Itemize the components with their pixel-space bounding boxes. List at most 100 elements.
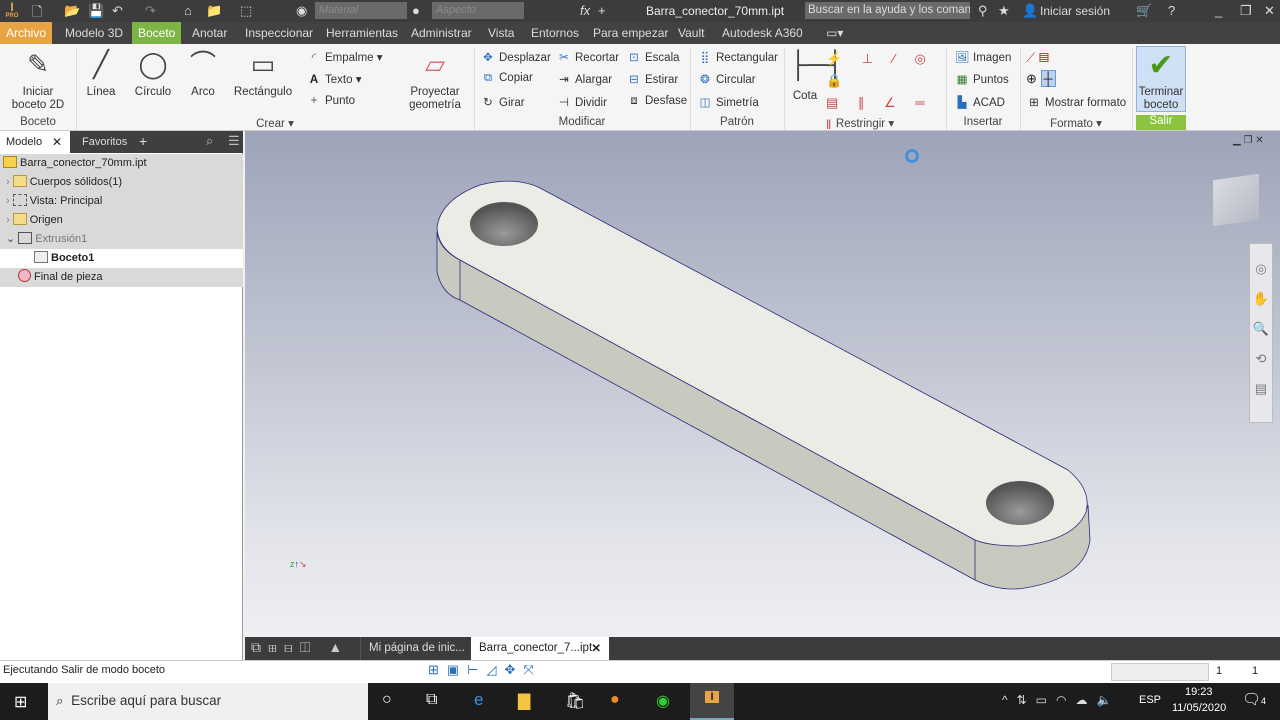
acad-button[interactable]: ▙ ACAD — [954, 95, 1005, 109]
close-icon[interactable]: ✕ — [591, 641, 601, 655]
help-icon[interactable]: ? — [1168, 3, 1175, 18]
panel-label-formato[interactable]: Formato ▾ — [1020, 116, 1132, 130]
tab-para-empezar[interactable]: Para empezar — [587, 22, 674, 44]
tab-modelo[interactable]: Modelo ✕ — [0, 131, 70, 153]
stretch-button[interactable]: ⊟ Estirar — [626, 72, 678, 86]
status-tool-icons[interactable]: ⊞▣⊢◿✥⤧ — [428, 662, 542, 678]
window-layout-icons[interactable]: ⧉⊞⊟◫ ▲ — [251, 639, 349, 656]
finish-sketch-button[interactable]: ✔ Terminar boceto — [1136, 46, 1186, 112]
add-tab-icon[interactable]: + — [139, 133, 147, 149]
viewport-minimize-icon[interactable]: ▁ ❐ ✕ — [1233, 135, 1264, 146]
tree-item-origin[interactable]: › Origen — [0, 211, 243, 230]
tree-item-sketch[interactable]: Boceto1 — [0, 249, 243, 268]
binoculars-icon[interactable]: ⚲ — [978, 3, 988, 19]
tab-favoritos[interactable]: Favoritos — [82, 136, 127, 148]
undo-icon[interactable]: ↶ — [112, 3, 123, 19]
doc-tab-active[interactable]: Barra_conector_7...ipt ✕ — [471, 637, 609, 660]
open-icon[interactable]: 📂 — [64, 3, 80, 19]
mirror-button[interactable]: ◫ Simetría — [697, 95, 759, 109]
fx-icon[interactable]: fx — [580, 3, 590, 18]
signin-link[interactable]: Iniciar sesión — [1040, 4, 1110, 18]
close-icon[interactable]: ✕ — [52, 135, 62, 149]
tab-archivo[interactable]: Archivo — [0, 22, 53, 44]
move-button[interactable]: ✥ Desplazar — [480, 50, 551, 64]
panel-label-restringir[interactable]: Restringir ▾ — [784, 116, 946, 130]
image-button[interactable]: 🖼 Imagen — [954, 50, 1012, 64]
tab-anotar[interactable]: Anotar — [186, 22, 233, 44]
tab-herramientas[interactable]: Herramientas — [320, 22, 404, 44]
constraint-icons[interactable]: ⚡ ⊥ ⁄ ◎ 🔒▤ ∥ ∠ ═ ǁ▣ ○ ⟋ [] ＝ — [826, 48, 944, 176]
rectangle-button[interactable]: ▭ Rectángulo — [232, 48, 294, 99]
rotate-button[interactable]: ↻ Girar — [480, 95, 524, 109]
help-search-input[interactable]: Buscar en la ayuda y los comandos — [805, 2, 970, 19]
camera-icon[interactable]: ▭▾ — [820, 22, 849, 44]
offset-button[interactable]: ⧈ Desfase — [626, 95, 687, 108]
rectangular-pattern-button[interactable]: ⣿ Rectangular — [697, 50, 778, 64]
construction-icon[interactable]: ⟋ ▤ — [1026, 50, 1049, 66]
redo-icon[interactable]: ↷ — [145, 3, 156, 19]
tab-inspeccionar[interactable]: Inspeccionar — [239, 22, 319, 44]
file-explorer-icon[interactable]: ▇ — [518, 691, 530, 711]
task-view-icon[interactable]: ⧉ — [426, 691, 437, 709]
appearance-combo[interactable]: Aspecto — [432, 2, 524, 19]
language-indicator[interactable]: ESP — [1139, 694, 1161, 706]
tray-icons[interactable]: ^⇅▭◠☁🔈 — [1002, 693, 1120, 707]
save-icon[interactable]: 💾 — [88, 3, 104, 19]
tree-item-end-of-part[interactable]: Final de pieza — [0, 268, 243, 287]
circle-button[interactable]: ◯ Círculo — [130, 48, 176, 99]
extend-button[interactable]: ⇥ Alargar — [556, 72, 612, 86]
start-2d-sketch-button[interactable]: ✎ Iniciar boceto 2D — [8, 48, 68, 112]
centerline-icon[interactable]: ⊕ ┼ — [1026, 70, 1056, 87]
cart-icon[interactable]: 🛒 — [1136, 3, 1152, 19]
material-combo[interactable]: Material — [315, 2, 407, 19]
view-cube[interactable] — [1213, 173, 1259, 227]
trim-button[interactable]: ✂ Recortar — [556, 50, 619, 64]
show-format-button[interactable]: ⊞ Mostrar formato — [1026, 95, 1126, 109]
tab-boceto[interactable]: Boceto — [132, 22, 182, 44]
panel-label-crear[interactable]: Crear ▾ — [76, 116, 474, 130]
copy-button[interactable]: ⧉ Copiar — [480, 72, 533, 85]
arc-button[interactable]: ⌒ Arco — [185, 48, 221, 99]
minimize-button[interactable]: _ — [1215, 3, 1222, 18]
notifications-icon[interactable]: 🗨4 — [1242, 690, 1266, 708]
tab-modelo-3d[interactable]: Modelo 3D — [59, 22, 129, 44]
tab-autodesk-a360[interactable]: Autodesk A360 — [716, 22, 809, 44]
select-icon[interactable]: ⬚ — [240, 3, 252, 19]
circular-pattern-button[interactable]: ❂ Circular — [697, 72, 755, 86]
restore-button[interactable]: ❐ — [1240, 3, 1252, 19]
clock-time[interactable]: 19:23 — [1185, 686, 1213, 698]
taskbar-search[interactable]: ⌕ Escribe aquí para buscar — [48, 683, 368, 720]
tab-vista[interactable]: Vista — [482, 22, 520, 44]
tree-item-solid-bodies[interactable]: › Cuerpos sólidos(1) — [0, 173, 243, 192]
tree-item-view[interactable]: › Vista: Principal — [0, 192, 243, 211]
tree-item-extrusion[interactable]: ⌄ Extrusión1 — [0, 230, 243, 249]
appearance-icon[interactable]: ◉ — [296, 3, 307, 19]
store-icon[interactable]: 🛍 — [565, 691, 585, 711]
whatsapp-icon[interactable]: ◉ — [656, 691, 670, 711]
tree-item-part[interactable]: Barra_conector_70mm.ipt — [0, 154, 243, 173]
line-button[interactable]: ╱ Línea — [82, 48, 120, 99]
tab-vault[interactable]: Vault — [672, 22, 710, 44]
search-icon[interactable]: ⌕ — [206, 133, 213, 149]
home-icon[interactable]: ⌂ — [184, 3, 192, 18]
menu-icon[interactable]: ☰ — [228, 133, 240, 149]
tab-entornos[interactable]: Entornos — [525, 22, 585, 44]
fillet-button[interactable]: ◜ Empalme ▾ — [306, 50, 383, 64]
inventor-taskbar-icon[interactable]: I — [690, 683, 734, 720]
points-button[interactable]: ▦ Puntos — [954, 72, 1009, 86]
windows-start-icon[interactable]: ⊞ — [14, 692, 27, 712]
dimension-button[interactable]: ├─┤ Cota — [788, 48, 844, 103]
3d-viewport[interactable]: ▁ ❐ ✕ ◎ ✋ 🔍 ⟲ ▤ z↑↘ — [245, 131, 1280, 637]
clock-date[interactable]: 11/05/2020 — [1172, 702, 1226, 714]
star-icon[interactable]: ★ — [998, 3, 1010, 19]
tab-administrar[interactable]: Administrar — [405, 22, 478, 44]
edge-icon[interactable]: e — [474, 690, 483, 710]
split-button[interactable]: ⊣ Dividir — [556, 95, 607, 109]
cortana-icon[interactable]: ○ — [382, 691, 392, 709]
plus-icon[interactable]: + — [598, 3, 606, 18]
doc-tab-home[interactable]: Mi página de inic... — [360, 637, 473, 660]
scale-button[interactable]: ⊡ Escala — [626, 50, 679, 64]
firefox-icon[interactable]: ● — [610, 691, 620, 709]
project-icon[interactable]: 📁 — [206, 3, 222, 19]
point-button[interactable]: + Punto — [306, 95, 355, 107]
